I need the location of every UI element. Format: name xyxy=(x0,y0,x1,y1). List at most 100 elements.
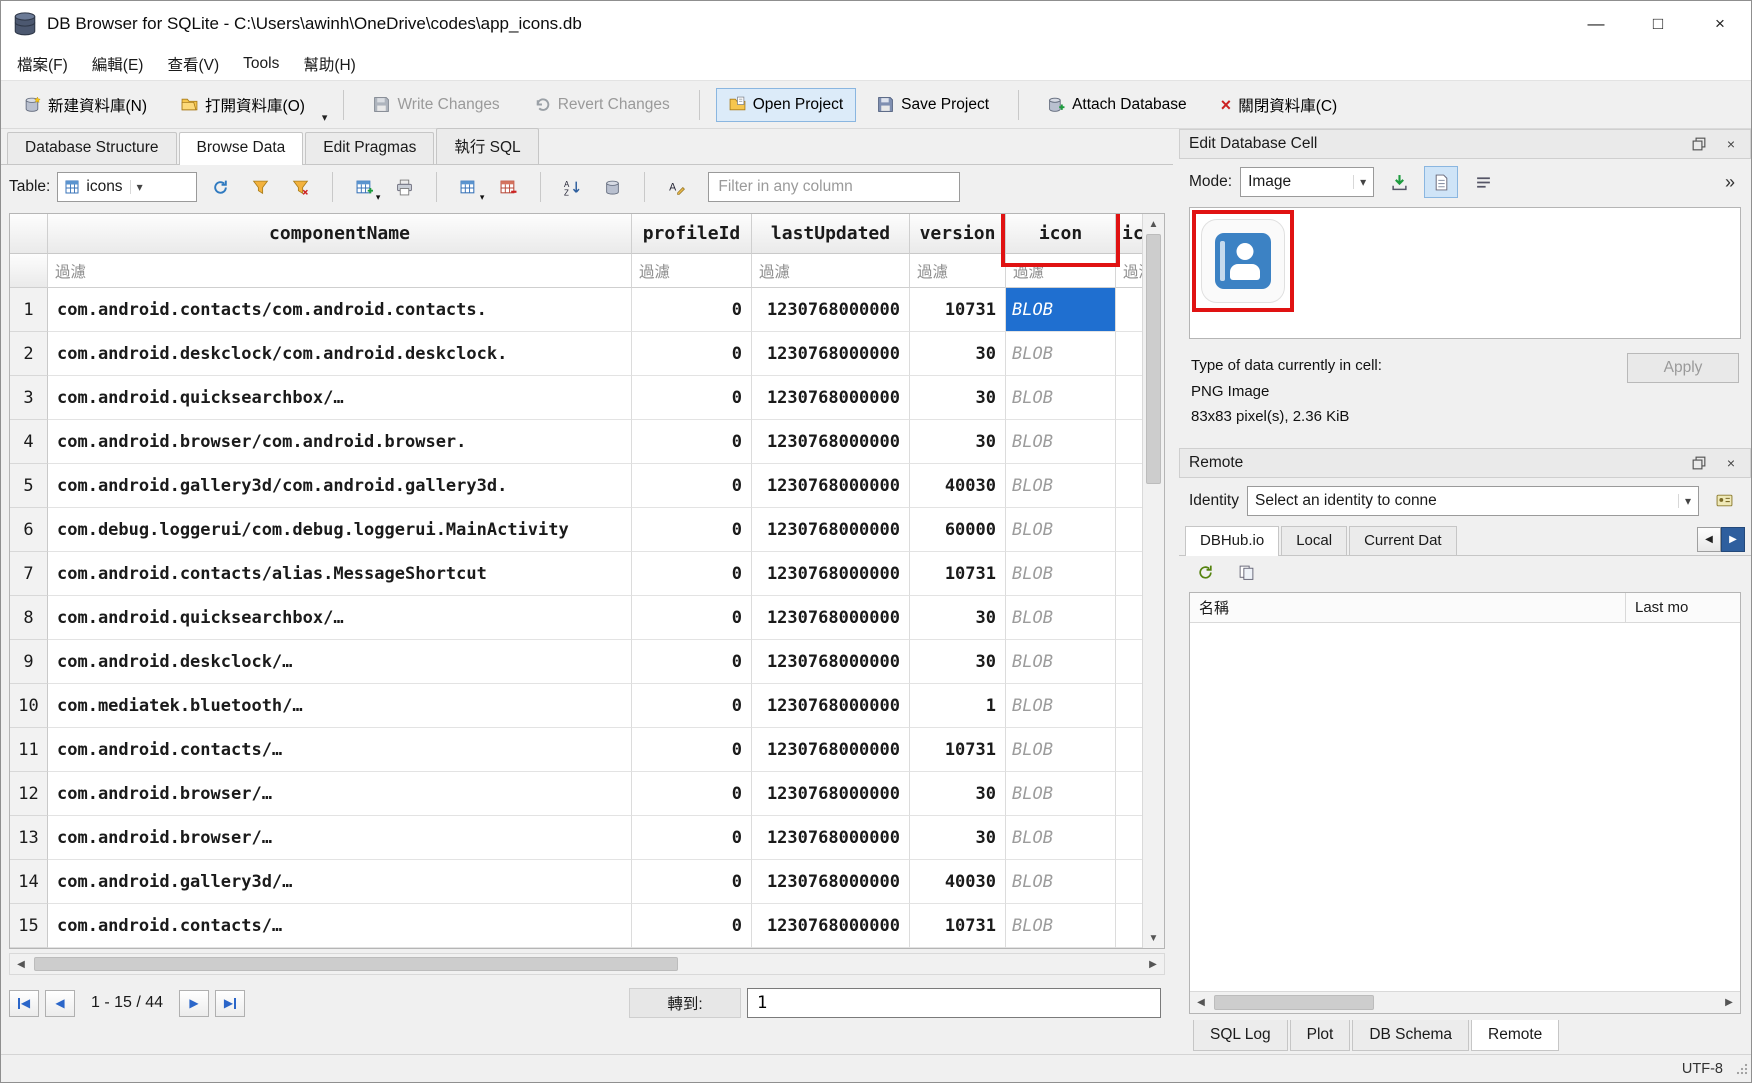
cell-icon[interactable]: BLOB xyxy=(1006,288,1116,332)
cell-lastUpdated[interactable]: 1230768000000 xyxy=(752,596,910,640)
menu-item-tools[interactable]: Tools xyxy=(231,50,291,78)
cell-lastUpdated[interactable]: 1230768000000 xyxy=(752,816,910,860)
identity-select[interactable]: Select an identity to conne ▾ xyxy=(1247,486,1699,516)
database-toolbar-button[interactable] xyxy=(596,171,629,203)
filter-input-componentName[interactable]: 過濾 xyxy=(48,254,632,288)
cell-profileId[interactable]: 0 xyxy=(632,552,752,596)
cell-profileId[interactable]: 0 xyxy=(632,464,752,508)
row-number[interactable]: 2 xyxy=(10,332,48,376)
revert-changes-button[interactable]: Revert Changes xyxy=(521,88,683,122)
table-row[interactable]: 13 com.android.browser/… 0 1230768000000… xyxy=(10,816,1142,860)
refresh-button[interactable] xyxy=(204,171,237,203)
cell-icon[interactable]: BLOB xyxy=(1006,728,1116,772)
menu-item-edit[interactable]: 編輯(E) xyxy=(80,48,156,80)
cell-icon[interactable]: BLOB xyxy=(1006,772,1116,816)
word-wrap-button[interactable] xyxy=(1466,166,1500,198)
horizontal-scroll-thumb[interactable] xyxy=(34,957,678,971)
cell-lastUpdated[interactable]: 1230768000000 xyxy=(752,464,910,508)
remote-scroll-thumb[interactable] xyxy=(1214,995,1374,1010)
filter-input-profileId[interactable]: 過濾 xyxy=(632,254,752,288)
new-database-button[interactable]: 新建資料庫(N) xyxy=(11,86,160,124)
float-panel-button[interactable] xyxy=(1689,453,1709,473)
row-number[interactable]: 15 xyxy=(10,904,48,948)
cell-lastUpdated[interactable]: 1230768000000 xyxy=(752,376,910,420)
horizontal-scrollbar[interactable]: ◀ ▶ xyxy=(9,953,1165,975)
tab-edit-pragmas[interactable]: Edit Pragmas xyxy=(305,132,434,164)
table-row[interactable]: 12 com.android.browser/… 0 1230768000000… xyxy=(10,772,1142,816)
cell-icon[interactable]: BLOB xyxy=(1006,684,1116,728)
cell-icon[interactable]: BLOB xyxy=(1006,332,1116,376)
grid-corner[interactable] xyxy=(10,214,48,254)
vertical-scroll-thumb[interactable] xyxy=(1146,234,1161,484)
cell-version[interactable]: 30 xyxy=(910,640,1006,684)
cell-lastUpdated[interactable]: 1230768000000 xyxy=(752,552,910,596)
next-page-button[interactable]: ▶ xyxy=(179,990,209,1017)
cell-profileId[interactable]: 0 xyxy=(632,508,752,552)
remote-column-name[interactable]: 名稱 xyxy=(1190,593,1626,622)
cell-version[interactable]: 10731 xyxy=(910,288,1006,332)
cell-profileId[interactable]: 0 xyxy=(632,684,752,728)
tab-scroll-left-button[interactable]: ◀ xyxy=(1697,527,1721,552)
cell-profileId[interactable]: 0 xyxy=(632,376,752,420)
cell-version[interactable]: 10731 xyxy=(910,904,1006,948)
minimize-button[interactable]: — xyxy=(1565,1,1627,47)
cell-icon[interactable]: BLOB xyxy=(1006,640,1116,684)
float-panel-button[interactable] xyxy=(1689,134,1709,154)
menu-item-help[interactable]: 幫助(H) xyxy=(291,48,368,80)
cell-icon[interactable]: BLOB xyxy=(1006,508,1116,552)
scroll-right-arrow[interactable]: ▶ xyxy=(1142,959,1164,970)
row-number[interactable]: 6 xyxy=(10,508,48,552)
close-panel-button[interactable]: × xyxy=(1721,453,1741,473)
dock-tab-plot[interactable]: Plot xyxy=(1290,1020,1351,1051)
cell-version[interactable]: 60000 xyxy=(910,508,1006,552)
row-number[interactable]: 1 xyxy=(10,288,48,332)
prev-page-button[interactable]: ◀ xyxy=(45,990,75,1017)
cell-componentName[interactable]: com.android.gallery3d/com.android.galler… xyxy=(48,464,632,508)
tab-database-structure[interactable]: Database Structure xyxy=(7,132,177,164)
cell-lastUpdated[interactable]: 1230768000000 xyxy=(752,684,910,728)
row-number[interactable]: 7 xyxy=(10,552,48,596)
cell-icon[interactable]: BLOB xyxy=(1006,464,1116,508)
attach-database-button[interactable]: Attach Database xyxy=(1035,88,1200,122)
cell-version[interactable]: 30 xyxy=(910,816,1006,860)
toolbar-overflow-button[interactable]: » xyxy=(1725,172,1741,193)
column-header-partial[interactable]: ic xyxy=(1116,214,1142,254)
cell-version[interactable]: 30 xyxy=(910,376,1006,420)
identity-certificate-button[interactable] xyxy=(1707,485,1741,517)
delete-record-button[interactable] xyxy=(492,171,525,203)
cell-lastUpdated[interactable]: 1230768000000 xyxy=(752,772,910,816)
vertical-scroll-track[interactable] xyxy=(1143,234,1164,928)
cell-profileId[interactable]: 0 xyxy=(632,420,752,464)
table-row[interactable]: 15 com.android.contacts/… 0 123076800000… xyxy=(10,904,1142,948)
scroll-left-arrow[interactable]: ◀ xyxy=(10,959,32,970)
remote-clone-button[interactable] xyxy=(1230,557,1263,589)
encoding-indicator[interactable]: UTF-8 xyxy=(1682,1061,1723,1077)
cell-icon[interactable]: BLOB xyxy=(1006,420,1116,464)
column-header-icon[interactable]: icon xyxy=(1006,214,1116,254)
cell-lastUpdated[interactable]: 1230768000000 xyxy=(752,420,910,464)
remote-tab-dbhub[interactable]: DBHub.io xyxy=(1185,526,1279,556)
table-row[interactable]: 2 com.android.deskclock/com.android.desk… xyxy=(10,332,1142,376)
cell-profileId[interactable]: 0 xyxy=(632,640,752,684)
table-select[interactable]: icons ▾ xyxy=(57,172,197,202)
table-row[interactable]: 11 com.android.contacts/… 0 123076800000… xyxy=(10,728,1142,772)
table-row[interactable]: 8 com.android.quicksearchbox/… 0 1230768… xyxy=(10,596,1142,640)
save-project-button[interactable]: Save Project xyxy=(864,88,1002,122)
cell-icon[interactable]: BLOB xyxy=(1006,860,1116,904)
filter-input-lastUpdated[interactable]: 過濾 xyxy=(752,254,910,288)
cell-profileId[interactable]: 0 xyxy=(632,728,752,772)
cell-version[interactable]: 30 xyxy=(910,332,1006,376)
remote-scroll-left-arrow[interactable]: ◀ xyxy=(1190,997,1212,1008)
cell-profileId[interactable]: 0 xyxy=(632,816,752,860)
sort-asc-button[interactable]: AZ xyxy=(556,171,589,203)
cell-version[interactable]: 10731 xyxy=(910,552,1006,596)
filter-input-version[interactable]: 過濾 xyxy=(910,254,1006,288)
last-page-button[interactable]: ▶ xyxy=(215,990,245,1017)
goto-page-input[interactable] xyxy=(747,988,1161,1018)
row-number[interactable]: 10 xyxy=(10,684,48,728)
cell-profileId[interactable]: 0 xyxy=(632,596,752,640)
remote-scroll-track[interactable] xyxy=(1212,992,1718,1013)
write-changes-button[interactable]: Write Changes xyxy=(360,88,512,122)
dock-tab-db-schema[interactable]: DB Schema xyxy=(1352,1020,1469,1051)
first-page-button[interactable]: ◀ xyxy=(9,990,39,1017)
